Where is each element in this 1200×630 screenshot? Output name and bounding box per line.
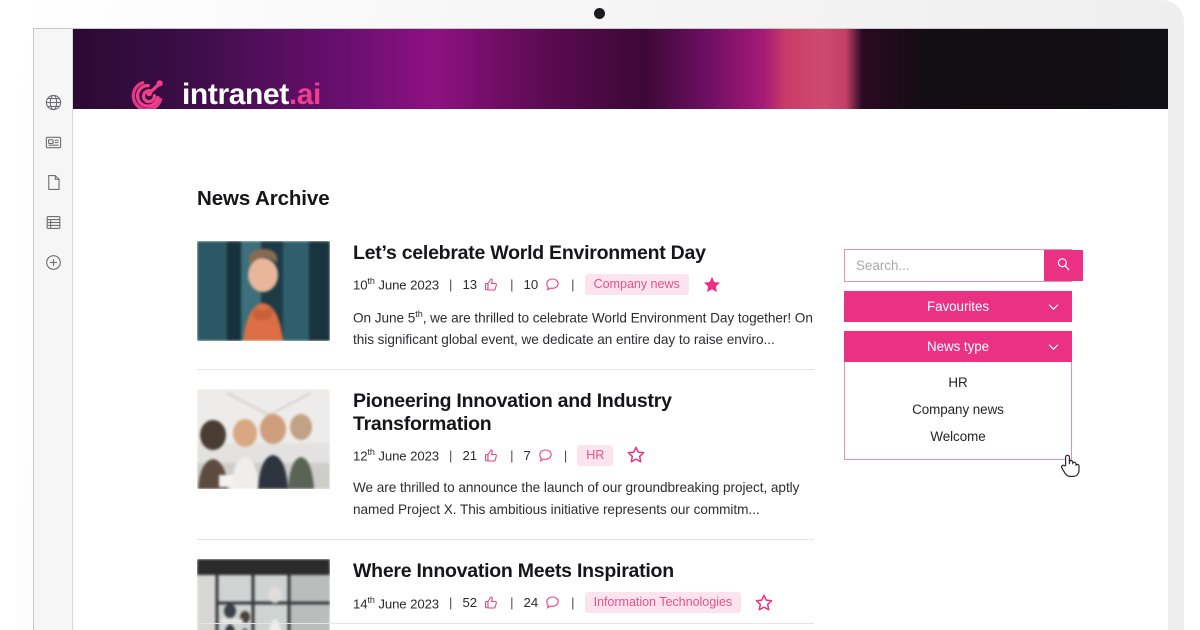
news-date: 12th June 2023 — [353, 447, 439, 463]
news-thumbnail[interactable] — [197, 559, 330, 630]
meta-separator: | — [510, 448, 513, 463]
news-date-day: 10 — [353, 278, 367, 293]
camera-dot-icon — [594, 8, 605, 19]
news-body: Pioneering Innovation and Industry Trans… — [353, 389, 814, 520]
news-list: Let’s celebrate World Environment Day 10… — [197, 241, 814, 630]
brand-name-main: intranet — [182, 78, 289, 109]
news-meta: 10th June 2023 | 13 | 10 — [353, 274, 814, 296]
meta-separator: | — [510, 277, 513, 292]
news-excerpt: We are delighted to announce the opening… — [353, 625, 814, 630]
brand-name-suffix: .ai — [289, 78, 321, 109]
news-date-ordinal: th — [367, 595, 374, 605]
news-tag[interactable]: Company news — [585, 274, 689, 295]
thumbs-up-icon[interactable] — [483, 447, 500, 464]
news-title[interactable]: Where Innovation Meets Inspiration — [353, 560, 814, 583]
favourite-star-icon[interactable] — [625, 444, 647, 466]
news-body: Let’s celebrate World Environment Day 10… — [353, 241, 814, 350]
news-tag[interactable]: Information Technologies — [585, 592, 742, 613]
filter-panel: Favourites News type — [844, 249, 1072, 460]
search-row — [844, 249, 1072, 282]
intranet-target-logo-icon — [130, 73, 169, 109]
comment-count: 7 — [524, 448, 531, 463]
news-excerpt: On June 5th, we are thrilled to celebrat… — [353, 307, 814, 350]
news-date: 10th June 2023 — [353, 276, 439, 292]
app-header: intranet.ai — [73, 29, 1168, 109]
like-count: 13 — [462, 277, 477, 292]
brand-name: intranet.ai — [182, 80, 321, 109]
search-button[interactable] — [1044, 250, 1083, 281]
news-date-rest: June 2023 — [375, 596, 439, 611]
brand-logo[interactable]: intranet.ai — [130, 73, 321, 109]
thumbs-up-icon[interactable] — [483, 276, 500, 293]
filter-news-type: News type HR Company news Welcome — [844, 331, 1072, 460]
favourite-star-icon[interactable] — [753, 592, 775, 614]
news-card-icon[interactable] — [42, 131, 64, 153]
news-excerpt: We are thrilled to announce the launch o… — [353, 477, 814, 520]
news-item[interactable]: Pioneering Innovation and Industry Trans… — [197, 389, 814, 540]
meta-separator: | — [571, 595, 574, 610]
comment-count: 24 — [524, 595, 539, 610]
meta-separator: | — [510, 595, 513, 610]
filter-favourites-label: Favourites — [927, 299, 989, 314]
meta-separator: | — [564, 448, 567, 463]
search-input[interactable] — [845, 250, 1044, 281]
filter-option-welcome[interactable]: Welcome — [845, 423, 1071, 450]
document-icon[interactable] — [42, 171, 64, 193]
like-count: 21 — [462, 448, 477, 463]
meta-separator: | — [449, 277, 452, 292]
news-date: 14th June 2023 — [353, 595, 439, 611]
filter-favourites: Favourites — [844, 291, 1072, 322]
news-meta: 12th June 2023 | 21 | 7 — [353, 444, 814, 466]
news-tag[interactable]: HR — [577, 445, 613, 466]
news-meta: 14th June 2023 | 52 | 24 — [353, 592, 814, 614]
chevron-down-icon — [1046, 339, 1061, 354]
thumbs-up-icon[interactable] — [483, 594, 500, 611]
filter-option-company-news[interactable]: Company news — [845, 396, 1071, 423]
excerpt-pre: We are thrilled to announce the launch o… — [353, 480, 799, 516]
news-title[interactable]: Pioneering Innovation and Industry Trans… — [353, 390, 814, 435]
news-thumbnail[interactable] — [197, 241, 330, 341]
news-item[interactable]: Where Innovation Meets Inspiration 14th … — [197, 559, 814, 630]
list-database-icon[interactable] — [42, 211, 64, 233]
news-date-rest: June 2023 — [375, 278, 439, 293]
news-date-day: 12 — [353, 448, 367, 463]
news-date-ordinal: th — [367, 447, 374, 457]
news-date-ordinal: th — [367, 276, 374, 286]
filter-news-type-options: HR Company news Welcome — [844, 362, 1072, 460]
left-icon-rail — [34, 29, 73, 630]
filter-news-type-header[interactable]: News type — [844, 331, 1072, 362]
list-bottom-divider — [197, 623, 814, 624]
excerpt-sup: th — [415, 309, 422, 319]
news-date-rest: June 2023 — [375, 448, 439, 463]
page-title: News Archive — [197, 187, 330, 211]
page-content: News Archive — [73, 109, 1168, 630]
filter-news-type-label: News type — [927, 339, 989, 354]
news-title[interactable]: Let’s celebrate World Environment Day — [353, 242, 814, 265]
news-item[interactable]: Let’s celebrate World Environment Day 10… — [197, 241, 814, 370]
news-thumbnail[interactable] — [197, 389, 330, 489]
search-icon — [1055, 256, 1072, 276]
comment-bubble-icon[interactable] — [544, 276, 561, 293]
favourite-star-icon[interactable] — [701, 274, 723, 296]
comment-bubble-icon[interactable] — [537, 447, 554, 464]
meta-separator: | — [449, 448, 452, 463]
like-count: 52 — [462, 595, 477, 610]
chevron-down-icon — [1046, 299, 1061, 314]
plus-circle-icon[interactable] — [42, 251, 64, 273]
filter-favourites-header[interactable]: Favourites — [844, 291, 1072, 322]
meta-separator: | — [449, 595, 452, 610]
excerpt-pre: On June 5 — [353, 310, 415, 325]
comment-bubble-icon[interactable] — [544, 594, 561, 611]
filter-option-hr[interactable]: HR — [845, 369, 1071, 396]
laptop-screen: intranet.ai News Archive — [33, 28, 1168, 630]
news-body: Where Innovation Meets Inspiration 14th … — [353, 559, 814, 630]
excerpt-post: , we are thrilled to celebrate World Env… — [353, 310, 813, 346]
meta-separator: | — [571, 277, 574, 292]
news-date-day: 14 — [353, 596, 367, 611]
globe-icon[interactable] — [42, 91, 64, 113]
comment-count: 10 — [524, 277, 539, 292]
